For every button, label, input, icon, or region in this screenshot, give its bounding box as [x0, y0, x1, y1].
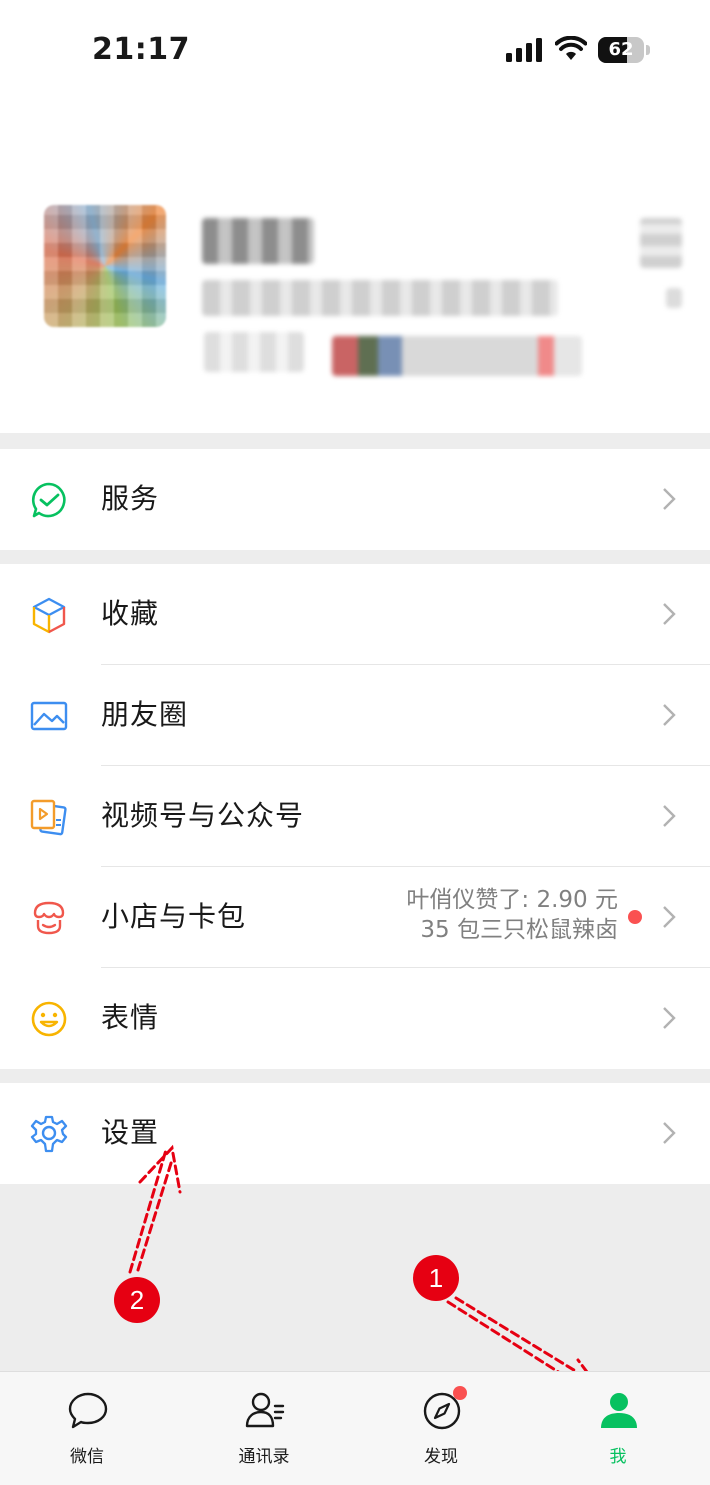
- person-icon: [601, 1393, 637, 1428]
- shop-icon: [33, 901, 65, 935]
- menu-item-favorites[interactable]: 收藏: [0, 564, 710, 665]
- service-icon: [31, 482, 66, 518]
- menu-group-service: 服务: [0, 449, 710, 550]
- tab-label-contacts: 通讯录: [238, 1447, 290, 1467]
- chevron-right-icon: [663, 906, 676, 928]
- menu-item-service[interactable]: 服务: [0, 449, 710, 550]
- status-redacted[interactable]: [204, 332, 304, 372]
- tab-contacts[interactable]: 通讯录: [204, 1372, 324, 1485]
- chevron-right-icon: [663, 603, 676, 625]
- tab-me[interactable]: 我: [558, 1372, 678, 1485]
- battery-percent: 62: [608, 39, 634, 60]
- menu-label-channels: 视频号与公众号: [101, 799, 305, 832]
- menu-group-settings: 设置: [0, 1083, 710, 1184]
- menu-label-service: 服务: [101, 482, 160, 515]
- profile-arrow-redacted[interactable]: [666, 288, 682, 308]
- shop-note-line-2: 35 包三只松鼠辣卤: [420, 917, 618, 943]
- settings-gear-icon: [30, 1115, 68, 1153]
- profile-header[interactable]: [0, 100, 710, 433]
- cellular-signal-icon: [506, 38, 542, 62]
- tab-label-me: 我: [609, 1447, 627, 1467]
- menu-label-shop: 小店与卡包: [101, 900, 247, 933]
- chevron-right-icon: [663, 1122, 676, 1144]
- battery-icon: 62: [598, 37, 650, 63]
- contacts-icon: [245, 1392, 285, 1428]
- bottom-tab-bar: 微信 通讯录 发现 我: [0, 1371, 710, 1485]
- moments-image-icon: [30, 701, 68, 731]
- menu-item-channels[interactable]: 视频号与公众号: [0, 766, 710, 867]
- tab-discover[interactable]: 发现: [381, 1372, 501, 1485]
- menu-item-shop[interactable]: 小店与卡包 叶俏仪赞了: 2.90 元 35 包三只松鼠辣卤: [0, 867, 710, 968]
- annotation-badge-2: 2: [114, 1277, 160, 1323]
- chevron-right-icon: [663, 488, 676, 510]
- menu-item-moments[interactable]: 朋友圈: [0, 665, 710, 766]
- favorites-cube-icon: [32, 597, 66, 634]
- status-time: 21:17: [92, 32, 190, 67]
- menu-label-stickers: 表情: [101, 1001, 160, 1034]
- chevron-right-icon: [663, 704, 676, 726]
- discover-unread-dot: [453, 1386, 467, 1400]
- annotation-badge-1: 1: [413, 1255, 459, 1301]
- menu-item-stickers[interactable]: 表情: [0, 968, 710, 1069]
- channels-icon: [30, 799, 67, 836]
- menu-item-settings[interactable]: 设置: [0, 1083, 710, 1184]
- avatar[interactable]: [44, 205, 166, 327]
- chevron-right-icon: [663, 1007, 676, 1029]
- chevron-right-icon: [663, 805, 676, 827]
- friend-status-redacted[interactable]: [332, 336, 582, 376]
- status-bar: 21:17 62: [0, 0, 710, 100]
- wechat-id-redacted: [202, 280, 558, 316]
- tab-chats[interactable]: 微信: [27, 1372, 147, 1485]
- chat-bubble-icon: [68, 1392, 108, 1429]
- shop-note-line-1: 叶俏仪赞了: 2.90 元: [406, 887, 618, 913]
- shop-notification-text: 叶俏仪赞了: 2.90 元 35 包三只松鼠辣卤: [406, 885, 618, 945]
- menu-label-settings: 设置: [101, 1116, 160, 1149]
- qr-code-icon-redacted[interactable]: [640, 218, 682, 268]
- wifi-icon: [555, 36, 587, 60]
- menu-label-moments: 朋友圈: [101, 698, 189, 731]
- unread-dot-badge: [628, 910, 642, 924]
- menu-label-favorites: 收藏: [101, 597, 160, 630]
- nickname-redacted: [202, 218, 314, 264]
- sticker-smile-icon: [31, 1001, 67, 1037]
- tab-label-discover: 发现: [424, 1447, 458, 1467]
- menu-group-main: 收藏 朋友圈 视频号与公众号 小店与卡包 叶俏仪赞了: 2.90 元 35 包三…: [0, 564, 710, 1069]
- tab-label-chats: 微信: [70, 1447, 104, 1467]
